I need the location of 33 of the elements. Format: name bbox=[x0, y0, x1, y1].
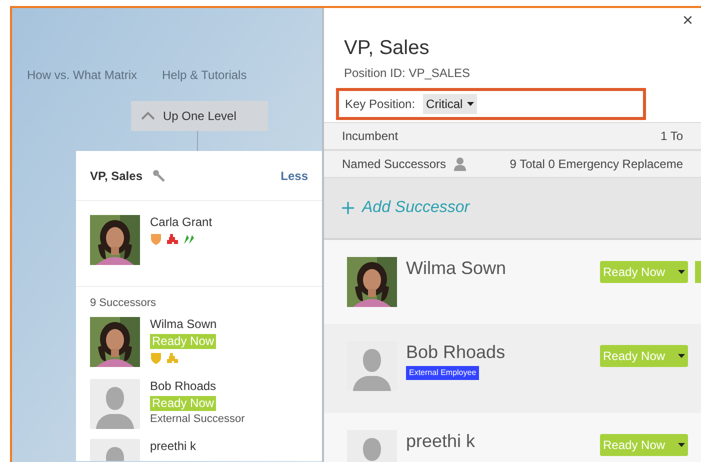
close-button[interactable]: × bbox=[682, 10, 693, 30]
plus-icon bbox=[342, 202, 354, 214]
person-name[interactable]: Wilma Sown bbox=[150, 316, 217, 332]
caret-icon bbox=[678, 270, 685, 274]
successor-name[interactable]: Wilma Sown bbox=[406, 257, 506, 279]
up-level-button[interactable]: Up One Level bbox=[131, 101, 268, 131]
row-summary: 1 To bbox=[660, 128, 683, 145]
key-position-dropdown[interactable]: Critical bbox=[423, 94, 477, 114]
caret-icon bbox=[678, 354, 685, 358]
readiness-tag: Ready Now bbox=[150, 334, 216, 348]
position-id: Position ID: VP_SALES bbox=[344, 65, 472, 82]
person-name[interactable]: Carla Grant bbox=[150, 215, 212, 230]
row-summary: 9 Total 0 Emergency Replaceme bbox=[510, 156, 683, 173]
card-title: VP, Sales bbox=[90, 168, 142, 184]
successor-note: External Successor bbox=[150, 412, 245, 426]
successor-name[interactable]: Bob Rhoads bbox=[406, 341, 506, 363]
panel-title: VP, Sales bbox=[344, 36, 430, 60]
successor-name[interactable]: preethi k bbox=[406, 430, 476, 452]
readiness-tag: Ready Now bbox=[150, 396, 216, 410]
avatar-silhouette-icon bbox=[90, 378, 140, 428]
chevron-up-icon bbox=[141, 111, 155, 121]
person-name[interactable]: Bob Rhoads bbox=[150, 378, 216, 394]
caret-icon bbox=[678, 443, 685, 447]
row-label: Incumbent bbox=[342, 128, 398, 145]
person-name[interactable]: preethi k bbox=[150, 438, 196, 454]
successor-count: 9 Successors bbox=[89, 296, 158, 311]
caret-icon bbox=[466, 102, 474, 106]
key-icon bbox=[152, 169, 164, 182]
field-label: Key Position: bbox=[345, 96, 416, 113]
row-label: Named Successors bbox=[342, 156, 446, 173]
less-link[interactable]: Less bbox=[280, 166, 308, 184]
status-dropdown[interactable] bbox=[695, 261, 701, 283]
employee-tag: External Employee bbox=[406, 366, 480, 380]
